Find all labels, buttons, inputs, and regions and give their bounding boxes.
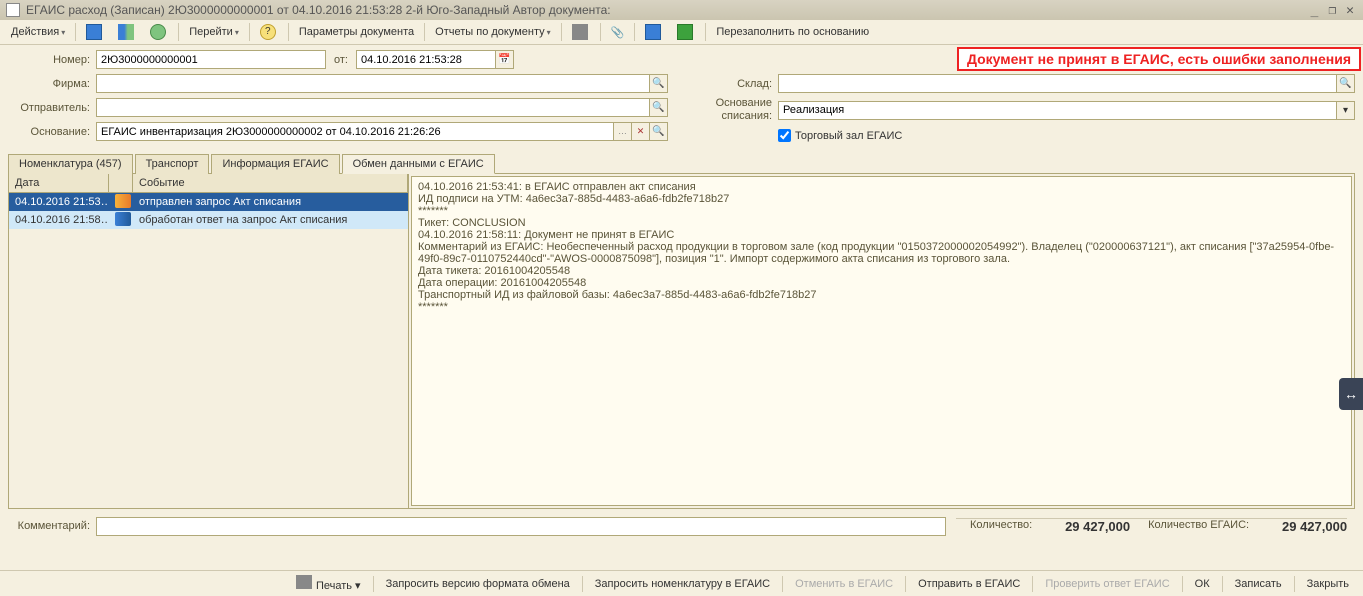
teamviewer-tab[interactable]: ↔: [1339, 378, 1363, 410]
writeoff-dropdown-button[interactable]: ▾: [1337, 101, 1355, 120]
bottom-toolbar: Печать ▾ Запросить версию формата обмена…: [0, 570, 1363, 596]
request-nomenclature-button[interactable]: Запросить номенклатуру в ЕГАИС: [587, 576, 778, 592]
qty-egais-label: Количество ЕГАИС:: [1144, 519, 1253, 534]
sender-lookup-button[interactable]: [650, 98, 668, 117]
trade-hall-label: Торговый зал ЕГАИС: [795, 130, 902, 142]
col-header-date[interactable]: Дата: [9, 174, 109, 192]
col-header-icon[interactable]: [109, 174, 133, 192]
basis-clear-button[interactable]: [632, 122, 650, 141]
refresh-icon-button[interactable]: [143, 21, 175, 43]
anchor-icon: [572, 24, 588, 40]
close-footer-button[interactable]: Закрыть: [1299, 576, 1357, 592]
tab-egais-info[interactable]: Информация ЕГАИС: [211, 154, 339, 174]
arrow-out-icon: [115, 194, 131, 208]
arrows-icon: [118, 24, 134, 40]
attach-button[interactable]: 📎: [604, 23, 632, 42]
tab-egais-exchange[interactable]: Обмен данными с ЕГАИС: [342, 154, 495, 174]
nav-icon-button[interactable]: [111, 21, 143, 43]
minimize-button[interactable]: _: [1308, 3, 1322, 18]
send-egais-button[interactable]: Отправить в ЕГАИС: [910, 576, 1028, 592]
arrow-in-icon: [115, 212, 131, 226]
save-icon: [86, 24, 102, 40]
basis-input[interactable]: [96, 122, 614, 141]
excel-button[interactable]: [670, 21, 702, 43]
paperclip-icon: 📎: [611, 26, 625, 39]
qty-value: 29 427,000: [1050, 519, 1130, 534]
firm-lookup-button[interactable]: [650, 74, 668, 93]
writeoff-input[interactable]: [778, 101, 1337, 120]
save-icon-button[interactable]: [79, 21, 111, 43]
qty-egais-value: 29 427,000: [1267, 519, 1347, 534]
cancel-egais-button: Отменить в ЕГАИС: [787, 576, 901, 592]
sender-label: Отправитель:: [8, 102, 96, 114]
event-row[interactable]: 04.10.2016 21:53… отправлен запрос Акт с…: [9, 193, 408, 211]
number-input[interactable]: [96, 50, 326, 69]
qty-label: Количество:: [966, 519, 1036, 534]
date-label: от:: [326, 54, 356, 66]
event-list: Дата Событие 04.10.2016 21:53… отправлен…: [9, 174, 409, 508]
close-button[interactable]: ✕: [1343, 3, 1357, 18]
tab-transport[interactable]: Транспорт: [135, 154, 210, 174]
check-reply-button: Проверить ответ ЕГАИС: [1037, 576, 1177, 592]
refresh-icon: [150, 24, 166, 40]
trade-hall-checkbox[interactable]: [778, 129, 791, 142]
detail-text-pane[interactable]: 04.10.2016 21:53:41: в ЕГАИС отправлен а…: [411, 176, 1352, 506]
help-button[interactable]: ?: [253, 21, 285, 43]
request-format-button[interactable]: Запросить версию формата обмена: [378, 576, 578, 592]
warehouse-lookup-button[interactable]: [1337, 74, 1355, 93]
firm-input[interactable]: [96, 74, 650, 93]
document-icon: [6, 3, 20, 17]
save-button[interactable]: Записать: [1227, 576, 1290, 592]
firm-label: Фирма:: [8, 78, 96, 90]
basis-lookup-button[interactable]: [650, 122, 668, 141]
basis-more-button[interactable]: …: [614, 122, 632, 141]
tab-nomenclature[interactable]: Номенклатура (457): [8, 154, 133, 174]
print-button[interactable]: Печать ▾: [288, 573, 369, 594]
doc-params-button[interactable]: Параметры документа: [292, 23, 421, 41]
event-row[interactable]: 04.10.2016 21:58… обработан ответ на зап…: [9, 211, 408, 229]
warehouse-label: Склад:: [688, 78, 778, 90]
actions-menu[interactable]: Действия: [4, 23, 72, 41]
anchor-button[interactable]: [565, 21, 597, 43]
titlebar: ЕГАИС расход (Записан) 2Ю3000000000001 о…: [0, 0, 1363, 20]
reports-menu[interactable]: Отчеты по документу: [428, 23, 558, 41]
comment-input[interactable]: [96, 517, 946, 536]
writeoff-label: Основание списания:: [688, 97, 778, 123]
window-title: ЕГАИС расход (Записан) 2Ю3000000000001 о…: [26, 3, 1308, 17]
goto-menu[interactable]: Перейти: [182, 23, 246, 41]
help-icon: ?: [260, 24, 276, 40]
date-input[interactable]: [356, 50, 496, 69]
basis-label: Основание:: [8, 126, 96, 138]
grid-icon: [645, 24, 661, 40]
main-toolbar: Действия Перейти ? Параметры документа О…: [0, 20, 1363, 45]
number-label: Номер:: [8, 54, 96, 66]
ok-button[interactable]: ОК: [1187, 576, 1218, 592]
printer-icon: [296, 575, 312, 589]
warehouse-input[interactable]: [778, 74, 1337, 93]
tab-content: Дата Событие 04.10.2016 21:53… отправлен…: [8, 174, 1355, 509]
comment-label: Комментарий:: [8, 520, 96, 532]
refill-button[interactable]: Перезаполнить по основанию: [709, 23, 876, 41]
sender-input[interactable]: [96, 98, 650, 117]
calendar-button[interactable]: 📅: [496, 50, 514, 69]
grid-button[interactable]: [638, 21, 670, 43]
excel-icon: [677, 24, 693, 40]
error-banner: Документ не принят в ЕГАИС, есть ошибки …: [957, 47, 1361, 71]
maximize-button[interactable]: ❐: [1325, 3, 1339, 18]
tab-strip: Номенклатура (457) Транспорт Информация …: [8, 153, 1355, 174]
col-header-event[interactable]: Событие: [133, 174, 408, 192]
